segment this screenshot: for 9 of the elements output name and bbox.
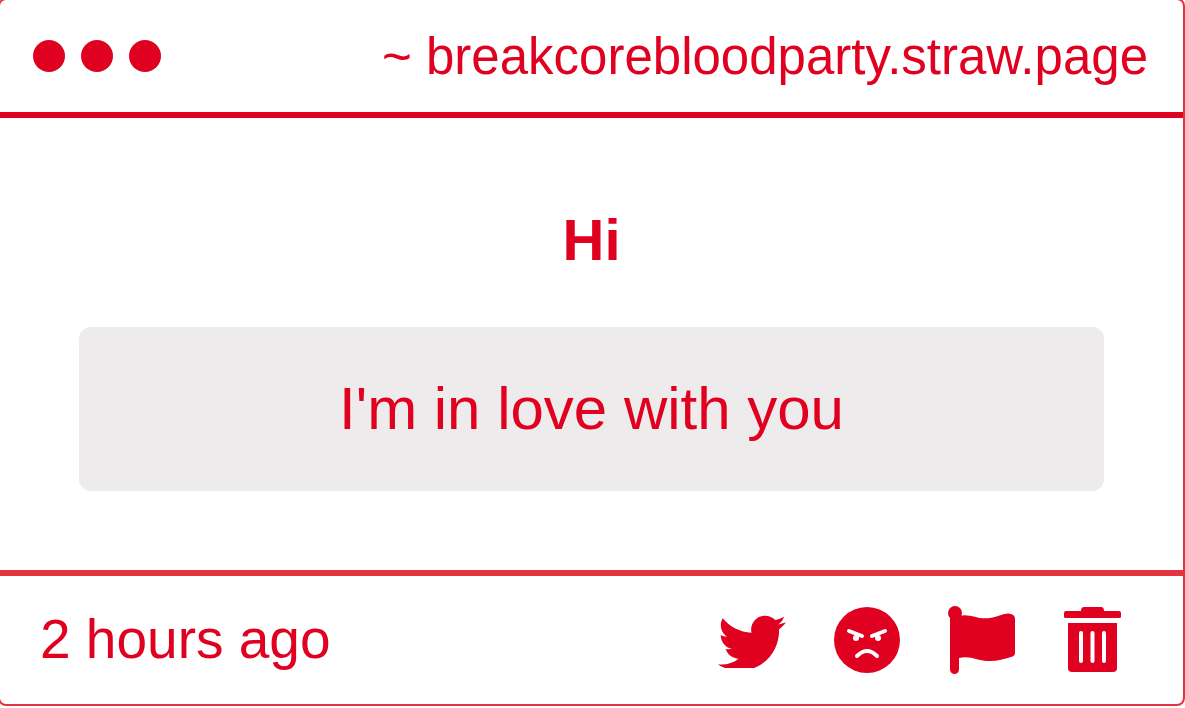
flag-icon[interactable] [948,605,1016,674]
window-dot-icon [81,40,113,73]
window-dot-icon [33,40,65,73]
window-dot-icon [129,40,161,73]
trash-icon[interactable] [1064,607,1121,673]
message-text: I'm in love with you [339,379,844,440]
timestamp-text: 2 hours ago [40,612,331,668]
angry-face-icon[interactable] [834,606,900,673]
title-heading: Hi [561,211,622,270]
